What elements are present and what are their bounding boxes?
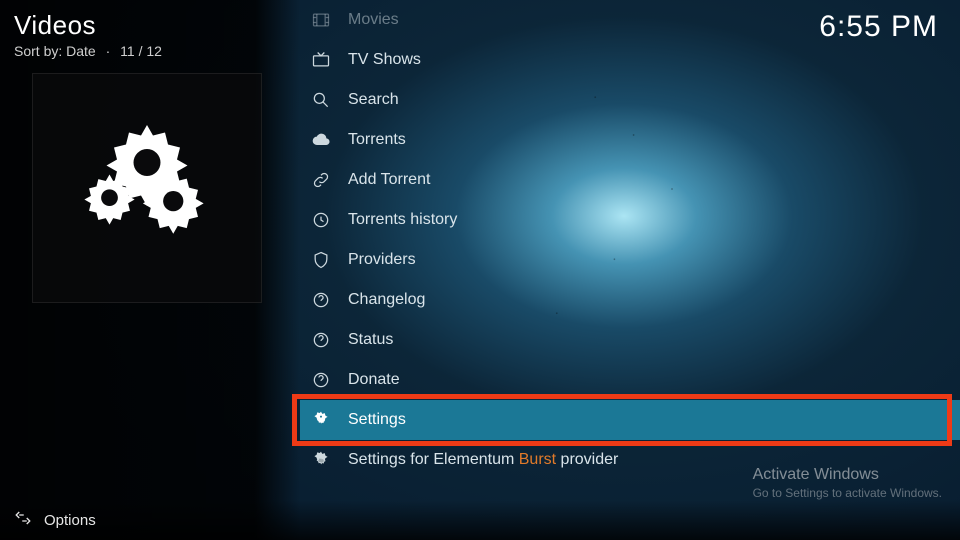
separator-dot: ·	[106, 43, 111, 59]
menu-item-settings[interactable]: Settings	[300, 400, 960, 440]
menu-label: Movies	[348, 11, 399, 29]
menu-label: Search	[348, 91, 399, 109]
page-subtitle: Sort by: Date · 11 / 12	[14, 43, 300, 59]
main-menu: Movies TV Shows Search Torrents Add Torr…	[300, 0, 960, 480]
options-label[interactable]: Options	[44, 512, 96, 529]
menu-item-history[interactable]: Torrents history	[300, 200, 960, 240]
menu-item-torrents[interactable]: Torrents	[300, 120, 960, 160]
help-icon	[310, 289, 332, 311]
selected-thumbnail	[32, 73, 262, 303]
menu-item-changelog[interactable]: Changelog	[300, 280, 960, 320]
menu-label: TV Shows	[348, 51, 421, 69]
menu-item-tvshows[interactable]: TV Shows	[300, 40, 960, 80]
menu-label: Settings for Elementum Burst provider	[348, 451, 618, 469]
menu-item-search[interactable]: Search	[300, 80, 960, 120]
menu-item-add-torrent[interactable]: Add Torrent	[300, 160, 960, 200]
windows-watermark: Activate Windows Go to Settings to activ…	[753, 466, 942, 500]
clock-icon	[310, 209, 332, 231]
menu-item-providers[interactable]: Providers	[300, 240, 960, 280]
label-part: Settings for Elementum	[348, 451, 519, 468]
search-icon	[310, 89, 332, 111]
label-highlight: Burst	[519, 451, 556, 468]
sort-value: Date	[66, 43, 96, 59]
menu-item-donate[interactable]: Donate	[300, 360, 960, 400]
menu-label: Status	[348, 331, 393, 349]
menu-label: Torrents	[348, 131, 406, 149]
left-panel: Videos Sort by: Date · 11 / 12	[0, 0, 300, 540]
watermark-title: Activate Windows	[753, 466, 942, 484]
menu-label: Providers	[348, 251, 416, 269]
menu-label: Settings	[348, 411, 406, 429]
menu-item-movies[interactable]: Movies	[300, 0, 960, 40]
menu-item-status[interactable]: Status	[300, 320, 960, 360]
gear-icon	[310, 449, 332, 471]
menu-label: Changelog	[348, 291, 425, 309]
footer-bar: Options	[0, 500, 960, 540]
help-icon	[310, 329, 332, 351]
gear-icon	[310, 409, 332, 431]
gears-icon	[72, 113, 222, 263]
shield-icon	[310, 249, 332, 271]
options-icon[interactable]	[14, 509, 32, 531]
cloud-icon	[310, 129, 332, 151]
menu-label: Donate	[348, 371, 400, 389]
page-title: Videos	[14, 10, 300, 41]
help-icon	[310, 369, 332, 391]
tv-icon	[310, 49, 332, 71]
movies-icon	[310, 9, 332, 31]
label-part: provider	[556, 451, 618, 468]
menu-label: Add Torrent	[348, 171, 430, 189]
sort-prefix: Sort by:	[14, 43, 62, 59]
link-icon	[310, 169, 332, 191]
list-position: 11 / 12	[120, 43, 162, 59]
watermark-sub: Go to Settings to activate Windows.	[753, 486, 942, 500]
menu-label: Torrents history	[348, 211, 457, 229]
